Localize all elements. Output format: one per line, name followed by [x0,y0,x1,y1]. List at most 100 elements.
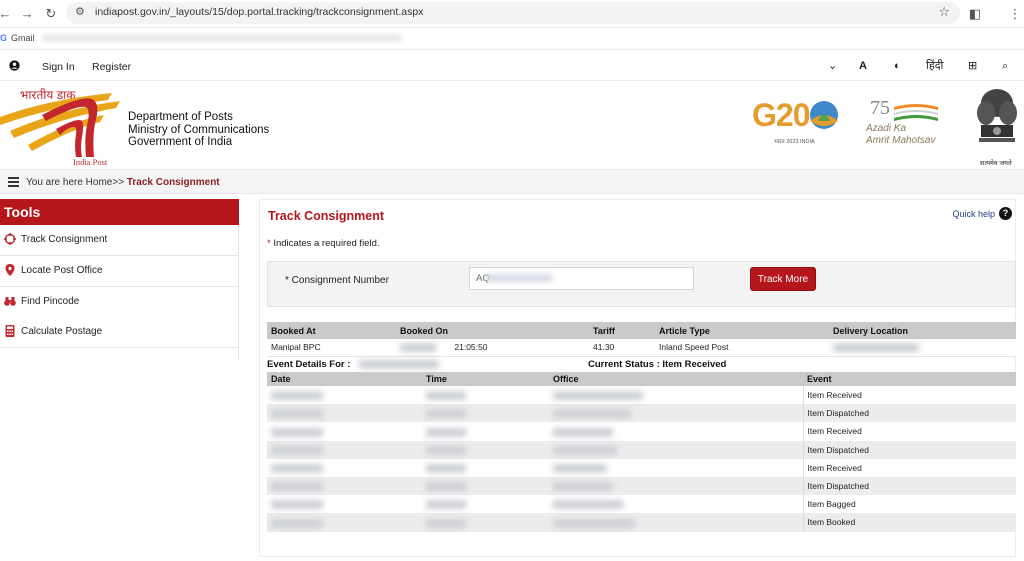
back-icon[interactable]: ← [0,5,14,23]
sitemap-icon[interactable]: ⊞ [968,59,977,73]
reload-icon[interactable]: ↻ [42,5,60,23]
bookmark-gmail[interactable]: Gmail [11,33,35,43]
sidebar-item-find-pincode[interactable]: Find Pincode [0,287,239,318]
bookmark-star-icon[interactable]: ☆ [938,4,950,20]
table-row: Item Booked [267,513,1016,532]
time-blurred [426,500,466,510]
events-header-row: Date Time Office Event [267,372,1016,386]
date-cell [267,513,422,532]
time-cell [422,476,549,496]
booking-summary-table: Booked At Booked On Tariff Article Type … [267,322,1016,357]
article-type-cell: Inland Speed Post [655,339,829,357]
site-header: भारतीय डाक India Post Department of Post… [0,81,1024,169]
track-more-button[interactable]: Track More [750,267,816,291]
date-cell [267,440,422,459]
browser-toolbar: ← → ↻ ⚙ indiapost.gov.in/_layouts/15/dop… [0,0,1024,28]
office-blurred [553,463,607,473]
date-cell [267,422,422,441]
help-icon[interactable]: ? [999,207,1012,220]
user-icon[interactable] [9,60,20,71]
site-topbar: Sign In Register ⌄ A ◐ हिंदी ⊞ ⌕ [0,54,1024,81]
calculator-icon [5,325,15,337]
address-bar[interactable]: ⚙ indiapost.gov.in/_layouts/15/dop.porta… [66,2,960,24]
hindi-language-link[interactable]: हिंदी [926,59,943,73]
office-cell [549,386,803,405]
search-icon[interactable]: ⌕ [1002,59,1008,73]
date-blurred [271,500,323,510]
event-cell: Item Dispatched [802,440,1016,459]
header-booked-at: Booked At [267,322,396,339]
table-row: Item Received [267,458,1016,477]
sidebar-item-calculate-postage[interactable]: Calculate Postage [0,317,239,348]
azadi-text: Azadi Ka Amrit Mahotsav [866,123,935,147]
time-blurred [426,427,466,437]
event-cell: Item Dispatched [802,476,1016,496]
booked-on-time: 21:05:50 [454,342,488,353]
table-row: Item Received [267,422,1016,441]
breadcrumb-prefix[interactable]: You are here Home>> [26,177,124,188]
quick-help-link[interactable]: Quick help [952,209,995,219]
event-cell: Item Booked [802,513,1016,532]
g20-subtitle: भारत 2023 INDIA [774,139,815,145]
site-settings-icon[interactable]: ⚙ [75,5,85,18]
azadi-logo: 75 Azadi Ka Amrit Mahotsav [864,97,959,153]
header-event: Event [803,372,1016,386]
time-blurred [426,445,466,455]
font-size-icon[interactable]: A [859,59,867,73]
breadcrumb-current: Track Consignment [126,177,220,188]
time-blurred [426,482,466,492]
azadi-number: 75 [870,97,890,119]
sidebar-item-label: Track Consignment [21,234,108,245]
map-pin-icon [5,264,15,276]
contrast-icon[interactable]: ◐ [894,59,901,73]
menu-icon[interactable]: ⋮ [1006,5,1024,23]
time-cell [422,513,549,532]
required-asterisk: * [267,238,271,249]
event-details-heading: Event Details For : [267,359,440,370]
azadi-line1: Azadi Ka [866,123,907,134]
register-link[interactable]: Register [92,61,131,73]
sidebar-item-label: Calculate Postage [21,326,103,337]
office-cell [549,404,803,423]
side-panel-icon[interactable]: ◧ [966,5,984,23]
bookmarks-bar: G Gmail [0,28,1024,50]
consignment-form: * Consignment Number AQ Track More [267,261,1016,307]
table-row: Item Received [267,386,1016,405]
office-blurred [553,482,613,492]
date-blurred [271,518,323,528]
government-line: Government of India [128,136,233,148]
time-cell [422,440,549,459]
address-url[interactable]: indiapost.gov.in/_layouts/15/dop.portal.… [95,6,423,18]
booked-on-cell: 21:05:50 [396,339,589,357]
office-cell [549,513,803,532]
date-blurred [271,427,323,437]
crosshair-icon [4,233,16,245]
tariff-cell: 41.30 [589,339,655,357]
consignment-number-blurred [486,274,552,282]
sidebar-item-track-consignment[interactable]: Track Consignment [0,225,239,256]
brand-english: India Post [73,157,108,167]
track-consignment-panel: Track Consignment Quick help ? * Indicat… [259,199,1016,557]
sidebar-item-locate-post-office[interactable]: Locate Post Office [0,256,239,287]
department-line: Department of Posts [128,111,233,123]
chevron-down-icon[interactable]: ⌄ [828,59,837,73]
summary-header-row: Booked At Booked On Tariff Article Type … [267,322,1016,339]
department-block: Department of Posts Ministry of Communic… [128,111,269,149]
sidebar-spacer [0,348,239,360]
time-blurred [426,518,466,528]
office-blurred [553,427,613,437]
table-row: Item Bagged [267,495,1016,514]
current-status: Current Status : Item Received [588,359,727,370]
sign-in-link[interactable]: Sign In [42,61,75,73]
consignment-number-label: * Consignment Number [285,275,389,286]
header-date: Date [267,372,422,386]
time-blurred [426,391,466,401]
date-cell [267,495,422,514]
date-cell [267,476,422,496]
office-blurred [553,500,623,510]
office-blurred [553,518,635,528]
date-blurred [271,409,323,419]
forward-icon[interactable]: → [18,5,36,23]
hamburger-menu-icon[interactable] [8,177,19,189]
time-cell [422,458,549,477]
